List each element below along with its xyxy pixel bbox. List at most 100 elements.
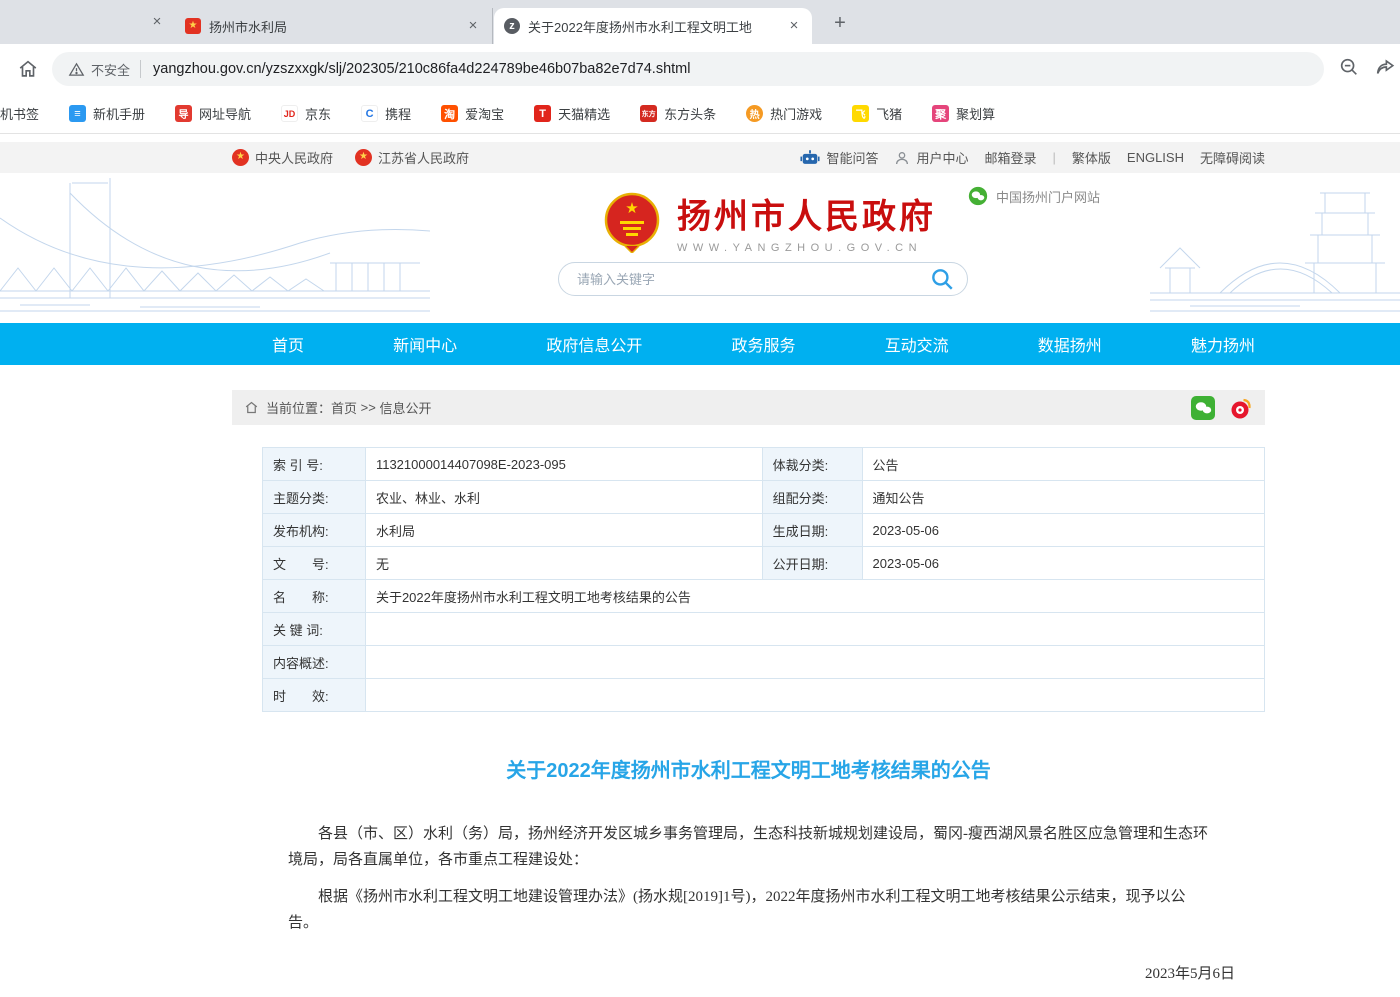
link-jiangsu-government[interactable]: ★ 江苏省人民政府 [355, 148, 469, 167]
security-label[interactable]: 不安全 [91, 60, 130, 79]
juhuasuan-icon: 聚 [932, 105, 949, 122]
article-paragraph: 根据《扬州市水利工程文明工地建设管理办法》(扬水规[2019]1号)，2022年… [288, 884, 1209, 937]
breadcrumb: 当前位置： 首页 >> 信息公开 [232, 390, 1265, 425]
weibo-share-icon[interactable] [1229, 396, 1253, 420]
taobao-icon: 淘 [441, 105, 458, 122]
link-label: 江苏省人民政府 [378, 148, 469, 167]
accessibility-link[interactable]: 无障碍阅读 [1200, 148, 1265, 167]
site-name: 扬州市人民政府 [677, 189, 936, 238]
nav-item-info-disclosure[interactable]: 政府信息公开 [546, 332, 642, 356]
manual-icon: ≡ [69, 105, 86, 122]
meta-label: 发布机构: [263, 514, 366, 547]
portal-label[interactable]: 中国扬州门户网站 [968, 186, 1100, 206]
meta-value-title: 关于2022年度扬州市水利工程文明工地考核结果的公告 [365, 580, 1264, 613]
bridge-art-left [0, 173, 430, 323]
bookmark-fliggy[interactable]: 飞飞猪 [852, 104, 902, 123]
link-central-government[interactable]: ★ 中央人民政府 [232, 148, 333, 167]
gov-top-bar: ★ 中央人民政府 ★ 江苏省人民政府 智能问答 [0, 142, 1400, 173]
robot-icon [800, 149, 820, 166]
meta-value-summary [365, 646, 1264, 679]
meta-label: 体裁分类: [762, 448, 862, 481]
gov-emblem-icon: ★ [355, 149, 372, 166]
bookmark-hot-games[interactable]: 热热门游戏 [746, 104, 822, 123]
nav-item-interaction[interactable]: 互动交流 [885, 332, 949, 356]
meta-value-topic: 农业、林业、水利 [365, 481, 762, 514]
breadcrumb-separator: >> [357, 400, 379, 415]
bookmark-jd[interactable]: JD 京东 [281, 104, 331, 123]
bookmark-label: 东方头条 [664, 104, 716, 123]
breadcrumb-link-home[interactable]: 首页 [331, 398, 357, 417]
jd-icon: JD [281, 105, 298, 122]
meta-value-doc-number: 无 [365, 547, 762, 580]
bookmark-label: 热门游戏 [770, 104, 822, 123]
meta-label: 文 号: [263, 547, 366, 580]
bookmark-phone-bookmarks[interactable]: 机书签 [0, 104, 39, 123]
tab3-close-icon[interactable]: × [784, 16, 804, 36]
bookmark-ctrip[interactable]: C携程 [361, 104, 411, 123]
bookmark-label: 携程 [385, 104, 411, 123]
national-emblem-icon: ★ [603, 191, 661, 253]
meta-value-validity [365, 679, 1264, 712]
breadcrumb-current[interactable]: 信息公开 [379, 398, 431, 417]
svg-text:★: ★ [625, 200, 638, 217]
nav-item-data-yangzhou[interactable]: 数据扬州 [1038, 332, 1102, 356]
share-icon[interactable] [1374, 56, 1396, 83]
article-date: 2023年5月6日 [232, 962, 1265, 983]
portal-text: 中国扬州门户网站 [996, 187, 1100, 206]
browser-toolbar: 不安全 yangzhou.gov.cn/yzszxxgk/slj/202305/… [0, 44, 1400, 94]
tab-yangzhou-water-bureau[interactable]: ★ 扬州市水利局 × [175, 8, 493, 44]
url-text[interactable]: yangzhou.gov.cn/yzszxxgk/slj/202305/210c… [153, 61, 690, 77]
bookmark-aitaobao[interactable]: 淘爱淘宝 [441, 104, 504, 123]
site-banner: ★ 扬州市人民政府 WWW.YANGZHOU.GOV.CN 中国扬州门户网站 [0, 173, 1400, 323]
wechat-share-icon[interactable] [1191, 396, 1215, 420]
mail-login-link[interactable]: 邮箱登录 [984, 148, 1036, 167]
divider [140, 60, 141, 78]
search-input[interactable] [577, 272, 929, 287]
breadcrumb-prefix: 当前位置： [266, 398, 331, 417]
new-tab-button[interactable]: + [826, 10, 854, 38]
user-center-link[interactable]: 用户中心 [894, 148, 968, 167]
bookmark-tmall[interactable]: T天猫精选 [534, 104, 610, 123]
meta-value-category: 通知公告 [862, 481, 1264, 514]
zoom-out-icon[interactable] [1338, 56, 1360, 83]
fliggy-icon: 飞 [852, 105, 869, 122]
bookmark-dongfang-toutiao[interactable]: 东方东方头条 [640, 104, 716, 123]
tab1-close-icon[interactable]: × [147, 12, 167, 32]
nav-item-charm-yangzhou[interactable]: 魅力扬州 [1191, 332, 1255, 356]
search-icon[interactable] [929, 266, 955, 292]
bookmark-site-navigation[interactable]: 导网址导航 [175, 104, 251, 123]
article-body: 各县（市、区）水利（务）局，扬州经济开发区城乡事务管理局，生态科技新城规划建设局… [232, 821, 1265, 936]
table-row: 内容概述: [263, 646, 1265, 679]
meta-label: 主题分类: [263, 481, 366, 514]
home-icon[interactable] [12, 53, 44, 85]
table-row: 文 号: 无 公开日期: 2023-05-06 [263, 547, 1265, 580]
bookmark-juhuasuan[interactable]: 聚聚划算 [932, 104, 995, 123]
meta-label: 生成日期: [762, 514, 862, 547]
tab-article-active[interactable]: z 关于2022年度扬州市水利工程文明工地 × [494, 8, 812, 44]
traditional-version-link[interactable]: 繁体版 [1072, 148, 1111, 167]
smart-qa-link[interactable]: 智能问答 [800, 148, 878, 167]
nav-item-home[interactable]: 首页 [272, 332, 304, 356]
table-row: 名 称: 关于2022年度扬州市水利工程文明工地考核结果的公告 [263, 580, 1265, 613]
meta-value-genre: 公告 [862, 448, 1264, 481]
meta-value-publisher: 水利局 [365, 514, 762, 547]
meta-label: 公开日期: [762, 547, 862, 580]
meta-label: 名 称: [263, 580, 366, 613]
site-favicon: z [504, 18, 520, 34]
table-row: 主题分类: 农业、林业、水利 组配分类: 通知公告 [263, 481, 1265, 514]
meta-value-created-date: 2023-05-06 [862, 514, 1264, 547]
table-row: 索 引 号: 11321000014407098E-2023-095 体裁分类:… [263, 448, 1265, 481]
tab2-close-icon[interactable]: × [463, 16, 483, 36]
link-label: 用户中心 [916, 148, 968, 167]
english-version-link[interactable]: ENGLISH [1127, 150, 1184, 165]
bookmark-new-device-manual[interactable]: ≡新机手册 [69, 104, 145, 123]
site-logo[interactable]: ★ 扬州市人民政府 WWW.YANGZHOU.GOV.CN [603, 189, 936, 254]
search-box [558, 262, 968, 296]
nav-item-gov-services[interactable]: 政务服务 [731, 332, 795, 356]
table-row: 时 效: [263, 679, 1265, 712]
nav-item-news[interactable]: 新闻中心 [393, 332, 457, 356]
url-bar[interactable]: 不安全 yangzhou.gov.cn/yzszxxgk/slj/202305/… [52, 52, 1324, 86]
bookmark-label: 京东 [305, 104, 331, 123]
link-label: 智能问答 [826, 148, 878, 167]
document-meta-table: 索 引 号: 11321000014407098E-2023-095 体裁分类:… [262, 447, 1265, 712]
